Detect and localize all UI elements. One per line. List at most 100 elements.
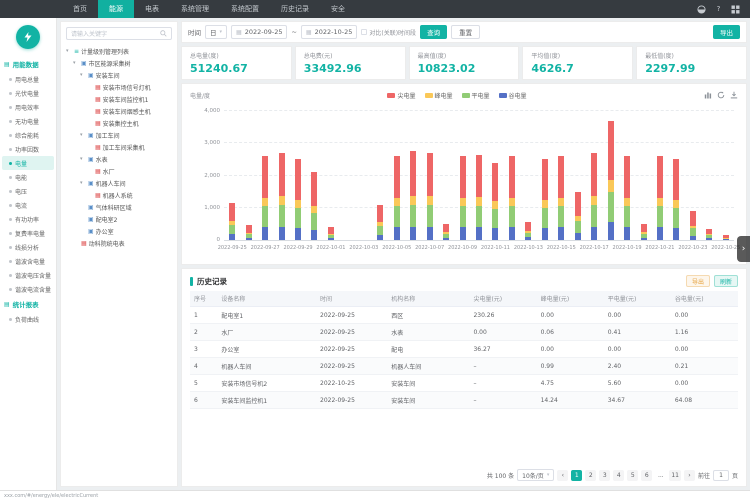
- bar-segment[interactable]: [608, 180, 614, 192]
- sidebar-item[interactable]: 用电效率: [0, 100, 56, 114]
- page-button[interactable]: 1: [571, 470, 582, 481]
- bar-segment[interactable]: [410, 196, 416, 205]
- bar-segment[interactable]: [262, 198, 268, 206]
- reset-button[interactable]: 重置: [451, 25, 480, 39]
- column-header[interactable]: 峰电量(元): [537, 291, 604, 307]
- bar-segment[interactable]: [509, 198, 515, 206]
- bar-segment[interactable]: [246, 225, 252, 232]
- bar-segment[interactable]: [624, 206, 630, 227]
- goto-page-input[interactable]: 1: [713, 470, 729, 481]
- tree-node[interactable]: ▣办公室: [64, 225, 174, 237]
- bar-segment[interactable]: [377, 226, 383, 235]
- legend-item[interactable]: 谷电量: [499, 91, 527, 100]
- bar-segment[interactable]: [377, 222, 383, 226]
- tree-node[interactable]: ▾▣加工车间: [64, 129, 174, 141]
- bar-segment[interactable]: [377, 205, 383, 223]
- tree-search-input[interactable]: 请输入关键字: [66, 27, 172, 40]
- date-to-input[interactable]: ▦ 2022-10-25: [301, 25, 357, 39]
- bar-segment[interactable]: [723, 239, 729, 240]
- bar-segment[interactable]: [410, 151, 416, 195]
- bar-segment[interactable]: [295, 208, 301, 228]
- bar-segment[interactable]: [525, 237, 531, 240]
- column-header[interactable]: 设备名称: [217, 291, 316, 307]
- bar-segment[interactable]: [460, 227, 466, 240]
- topbar-tab[interactable]: 能源: [98, 0, 134, 18]
- granularity-select[interactable]: 日 ▾: [205, 25, 227, 39]
- bar-segment[interactable]: [394, 156, 400, 198]
- tree-node[interactable]: ▣配电室2: [64, 213, 174, 225]
- bar-segment[interactable]: [246, 233, 252, 234]
- bar-segment[interactable]: [608, 121, 614, 181]
- bar-segment[interactable]: [673, 200, 679, 208]
- bar-segment[interactable]: [509, 156, 515, 198]
- bar-segment[interactable]: [410, 227, 416, 240]
- bar-segment[interactable]: [723, 235, 729, 237]
- bar-segment[interactable]: [311, 206, 317, 213]
- topbar-tab[interactable]: 历史记录: [270, 0, 320, 18]
- sidebar-item[interactable]: 无功电量: [0, 114, 56, 128]
- help-icon[interactable]: ?: [714, 5, 723, 14]
- sidebar-item[interactable]: 电能: [0, 170, 56, 184]
- sidebar-item[interactable]: 有功功率: [0, 212, 56, 226]
- bar-segment[interactable]: [246, 238, 252, 240]
- tree-node[interactable]: ▦加工车间采集机: [64, 141, 174, 153]
- bar-segment[interactable]: [641, 238, 647, 240]
- bar-segment[interactable]: [460, 198, 466, 206]
- bar-segment[interactable]: [706, 234, 712, 235]
- bar-segment[interactable]: [492, 201, 498, 209]
- sidebar-item[interactable]: 复费率电量: [0, 226, 56, 240]
- page-size-select[interactable]: 10条/页 ▾: [517, 469, 554, 481]
- compare-checkbox[interactable]: 对比(关联)时间段: [361, 28, 416, 37]
- bar-segment[interactable]: [311, 230, 317, 240]
- bar-segment[interactable]: [311, 213, 317, 230]
- bar-segment[interactable]: [542, 159, 548, 199]
- carousel-next-button[interactable]: ›: [737, 236, 750, 262]
- bar-segment[interactable]: [690, 236, 696, 240]
- export-button[interactable]: 导出: [713, 25, 740, 39]
- bar-segment[interactable]: [279, 227, 285, 240]
- column-header[interactable]: 平电量(元): [604, 291, 671, 307]
- bar-segment[interactable]: [591, 227, 597, 240]
- tree-node[interactable]: ▦安装集控主机: [64, 117, 174, 129]
- bar-segment[interactable]: [558, 156, 564, 198]
- bar-segment[interactable]: [641, 232, 647, 234]
- sidebar-item[interactable]: 综合能耗: [0, 128, 56, 142]
- tree-node[interactable]: ▾≡计量级别管理列表: [64, 45, 174, 57]
- bar-segment[interactable]: [525, 222, 531, 231]
- bar-segment[interactable]: [657, 198, 663, 206]
- bar-segment[interactable]: [427, 153, 433, 197]
- bar-segment[interactable]: [525, 233, 531, 237]
- sidebar-item[interactable]: 谐波含电量: [0, 254, 56, 268]
- bar-segment[interactable]: [558, 206, 564, 227]
- bar-segment[interactable]: [591, 153, 597, 197]
- tree-node[interactable]: ▦水厂: [64, 165, 174, 177]
- bar-segment[interactable]: [229, 221, 235, 225]
- bar-segment[interactable]: [575, 216, 581, 221]
- bar-segment[interactable]: [673, 228, 679, 240]
- bar-segment[interactable]: [558, 227, 564, 240]
- table-row[interactable]: 6安装车间监控机12022-09-25安装车间–14.2434.6764.08: [190, 392, 738, 409]
- column-header[interactable]: 尖电量(元): [469, 291, 536, 307]
- bar-segment[interactable]: [657, 206, 663, 227]
- table-row[interactable]: 2水厂2022-09-25水表0.000.060.411.16: [190, 324, 738, 341]
- bar-segment[interactable]: [443, 224, 449, 232]
- topbar-tab[interactable]: 系统配置: [220, 0, 270, 18]
- bar-segment[interactable]: [262, 227, 268, 240]
- bar-segment[interactable]: [657, 227, 663, 240]
- bar-segment[interactable]: [542, 200, 548, 208]
- sidebar-item[interactable]: 谐波电流含量: [0, 282, 56, 296]
- bar-segment[interactable]: [575, 192, 581, 216]
- tree-node[interactable]: ▾▣水表: [64, 153, 174, 165]
- bar-segment[interactable]: [328, 234, 334, 235]
- bar-segment[interactable]: [706, 235, 712, 238]
- tree-node[interactable]: ▦安装车间监控机1: [64, 93, 174, 105]
- topbar-tab[interactable]: 首页: [62, 0, 98, 18]
- column-header[interactable]: 序号: [190, 291, 217, 307]
- bar-chart-icon[interactable]: [704, 91, 712, 99]
- bar-segment[interactable]: [460, 156, 466, 198]
- sidebar-item[interactable]: 用电总量: [0, 72, 56, 86]
- download-icon[interactable]: [730, 91, 738, 99]
- bar-segment[interactable]: [509, 227, 515, 240]
- table-row[interactable]: 1配电室12022-09-25西区230.260.000.000.00: [190, 307, 738, 324]
- bar-segment[interactable]: [690, 211, 696, 226]
